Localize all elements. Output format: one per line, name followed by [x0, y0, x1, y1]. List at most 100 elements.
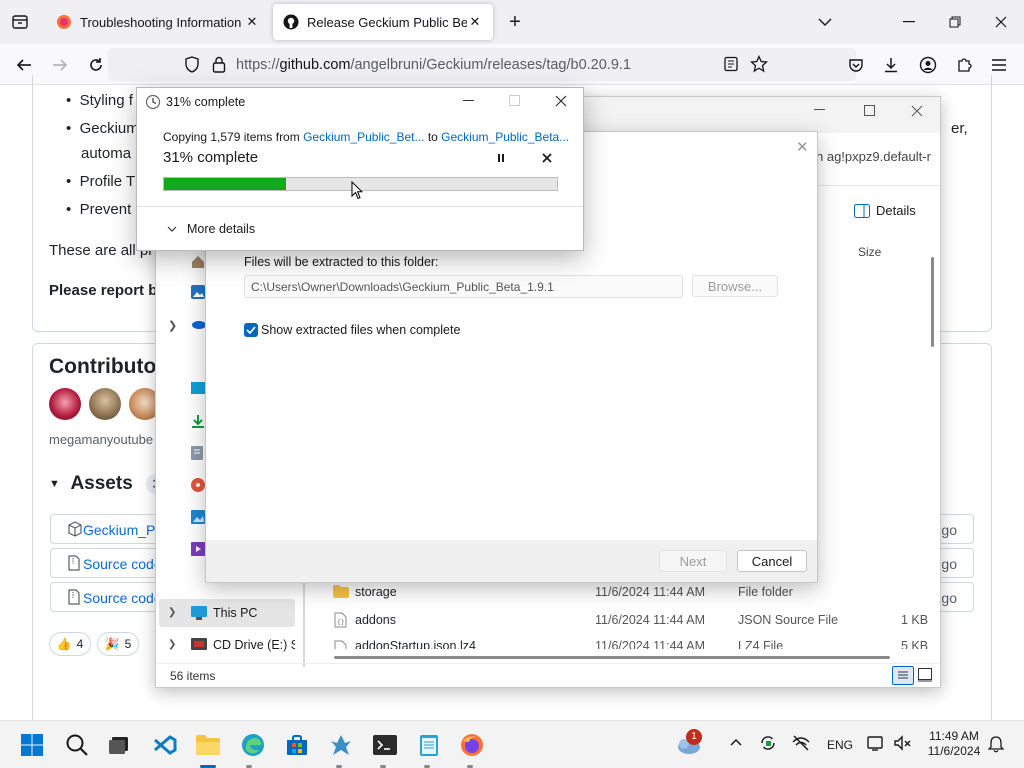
close-window-button[interactable] [978, 0, 1024, 44]
vscode-insiders-taskbar-icon[interactable] [325, 729, 357, 761]
cancel-button[interactable]: Cancel [737, 550, 807, 572]
asset-link[interactable]: Geckium_Pu [83, 522, 163, 538]
thumbs-up-icon: 👍 [56, 637, 72, 651]
asset-link[interactable]: Source code [83, 556, 162, 572]
minimize-button[interactable] [886, 0, 932, 44]
new-tab-button[interactable]: + [505, 12, 525, 32]
avatar[interactable] [89, 388, 121, 420]
file-explorer-taskbar-icon[interactable] [192, 729, 224, 761]
contributor-names: megamanyoutube [49, 432, 154, 447]
display-icon[interactable] [867, 734, 885, 752]
tab-list-icon [12, 15, 28, 29]
reaction-thumbs-up[interactable]: 👍 4 [49, 632, 91, 656]
close-icon[interactable]: ✕ [796, 138, 809, 156]
restore-icon [949, 16, 961, 28]
reader-view-icon[interactable] [723, 56, 739, 72]
party-icon: 🎉 [104, 637, 120, 651]
documents-icon[interactable] [191, 446, 203, 460]
music-icon[interactable] [191, 478, 205, 492]
asset-date: go [941, 556, 957, 572]
next-button[interactable]: Next [659, 550, 727, 572]
avatar[interactable] [49, 388, 81, 420]
nav-item-this-pc[interactable]: ❯ This PC [159, 599, 295, 627]
asset-link[interactable]: Source code [83, 590, 162, 606]
show-files-checkbox[interactable] [244, 323, 258, 337]
pane-splitter[interactable] [303, 579, 305, 667]
destination-input[interactable]: C:\Users\Owner\Downloads\Geckium_Public_… [244, 275, 683, 298]
close-window-button[interactable] [555, 95, 567, 107]
home-icon[interactable] [191, 255, 205, 269]
lock-icon[interactable] [212, 56, 226, 73]
notifications-button[interactable] [988, 735, 1004, 753]
reaction-hooray[interactable]: 🎉 5 [97, 632, 139, 656]
close-icon[interactable]: ✕ [467, 14, 483, 30]
edge-taskbar-icon[interactable] [237, 729, 269, 761]
taskbar: 1 ENG 11:49 AM 11/6/2024 [0, 720, 1024, 768]
maximize-button[interactable] [509, 95, 521, 107]
file-row[interactable]: addonStartup.json.lz4 11/6/2024 11:44 AM… [331, 635, 931, 649]
list-view-icon [898, 671, 908, 679]
desktop-icon[interactable] [191, 382, 205, 394]
onedrive-icon[interactable] [190, 319, 206, 329]
reload-icon [90, 58, 102, 71]
chevron-right-icon[interactable]: ❯ [168, 319, 177, 332]
clock-time: 11:49 AM [929, 729, 979, 743]
tab-troubleshooting[interactable]: Troubleshooting Information ✕ [46, 4, 270, 40]
bookmark-star-icon[interactable] [750, 55, 768, 73]
volume-muted-icon[interactable] [893, 734, 911, 752]
show-files-label[interactable]: Show extracted files when complete [261, 323, 460, 337]
tab-label: Troubleshooting Information [80, 14, 242, 30]
browse-button[interactable]: Browse... [692, 275, 778, 297]
details-pane-button[interactable]: Details [854, 203, 916, 218]
horizontal-scrollbar[interactable] [334, 656, 890, 659]
plus-icon: + [509, 11, 521, 33]
scrollbar-thumb[interactable] [931, 257, 934, 347]
minimize-button[interactable] [814, 103, 826, 115]
tab-release-geckium[interactable]: Release Geckium Public Beta 1.9.1 ✕ [273, 4, 493, 40]
more-details-toggle[interactable]: More details [167, 222, 255, 236]
close-icon[interactable]: ✕ [244, 14, 260, 30]
restore-button[interactable] [932, 0, 978, 44]
notepad-taskbar-icon[interactable] [413, 729, 445, 761]
destination-link[interactable]: Geckium_Public_Beta... [441, 130, 569, 144]
file-row[interactable]: {} addons 11/6/2024 11:44 AM JSON Source… [331, 607, 931, 633]
show-hidden-icons-button[interactable] [730, 738, 742, 746]
network-icon[interactable] [791, 735, 811, 751]
file-date: 11/6/2024 11:44 AM [595, 585, 706, 599]
search-button[interactable] [61, 729, 93, 761]
videos-icon[interactable] [191, 542, 205, 556]
cancel-copy-button[interactable] [541, 152, 553, 164]
sync-icon[interactable] [759, 734, 777, 752]
column-size-header[interactable]: Size [858, 245, 881, 259]
minimize-button[interactable] [463, 94, 475, 106]
tab-overflow-button[interactable] [802, 0, 848, 44]
address-fragment[interactable]: h ag!pxpz9.default-r [816, 149, 931, 164]
mouse-cursor-icon [351, 181, 363, 200]
tab-list-button[interactable] [8, 10, 32, 34]
assets-heading[interactable]: ▼ Assets [49, 473, 133, 495]
chevron-right-icon[interactable]: ❯ [168, 639, 176, 650]
pause-button[interactable] [495, 152, 507, 164]
terminal-taskbar-icon[interactable] [369, 729, 401, 761]
vscode-taskbar-icon[interactable] [149, 729, 181, 761]
clock[interactable]: 11:49 AM 11/6/2024 [924, 729, 984, 759]
task-view-button[interactable] [103, 729, 135, 761]
source-link[interactable]: Geckium_Public_Bet... [303, 130, 424, 144]
store-taskbar-icon[interactable] [281, 729, 313, 761]
maximize-button[interactable] [864, 105, 876, 117]
chevron-right-icon[interactable]: ❯ [168, 607, 176, 618]
start-button[interactable] [16, 729, 48, 761]
task-view-icon [109, 737, 128, 754]
language-indicator[interactable]: ENG [827, 738, 853, 752]
close-window-button[interactable] [911, 105, 923, 117]
firefox-taskbar-icon[interactable] [456, 729, 488, 761]
nav-item-cd-drive[interactable]: ❯ CD Drive (E:) Sof [159, 631, 295, 659]
shield-icon[interactable] [184, 56, 200, 73]
bell-icon [988, 736, 1004, 753]
bullet-item: • Prevent [66, 201, 132, 218]
pictures-icon[interactable] [191, 510, 205, 524]
downloads-folder-icon[interactable] [191, 414, 205, 428]
details-view-button[interactable] [892, 666, 914, 685]
tiles-view-button[interactable] [918, 668, 932, 682]
gallery-icon[interactable] [191, 285, 205, 299]
